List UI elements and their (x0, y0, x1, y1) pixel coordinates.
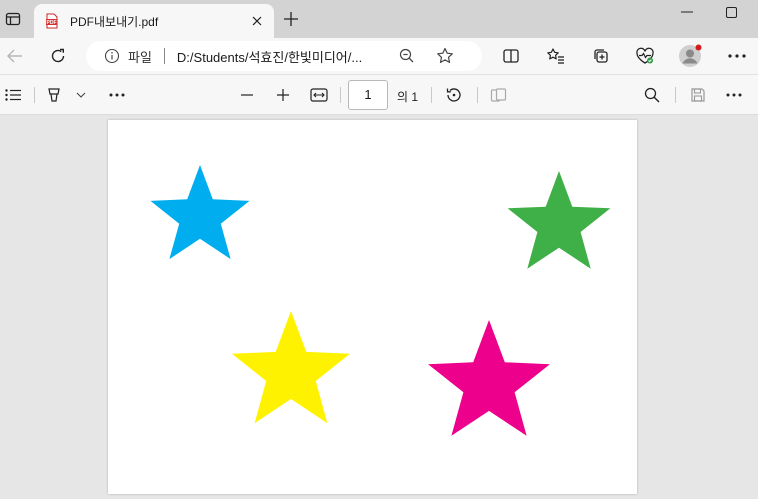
star-magenta (428, 320, 550, 436)
fit-width-icon[interactable] (308, 84, 330, 106)
star-yellow (232, 311, 350, 424)
toolbar-divider (340, 87, 341, 103)
table-of-contents-icon[interactable] (2, 84, 24, 106)
page-drawing (150, 165, 611, 436)
zoom-out-icon[interactable] (397, 46, 417, 66)
chevron-down-icon[interactable] (70, 84, 92, 106)
rotate-icon[interactable] (443, 84, 465, 106)
address-bar[interactable]: 파일 D:/Students/석효진/한빛미디어/... (86, 41, 482, 71)
pdf-file-icon: PDF (44, 13, 60, 29)
save-icon[interactable] (687, 84, 709, 106)
favorites-list-icon[interactable] (543, 43, 569, 69)
pdf-toolbar: 1 의 1 (0, 74, 758, 115)
page-number-input[interactable]: 1 (348, 80, 388, 110)
tab-title: PDF내보내기.pdf (70, 14, 159, 29)
search-icon[interactable] (641, 84, 663, 106)
minus-icon[interactable] (236, 84, 258, 106)
url-text[interactable]: D:/Students/석효진/한빛미디어/... (177, 47, 391, 66)
svg-text:PDF: PDF (47, 20, 57, 26)
back-arrow-icon (7, 49, 22, 63)
page-total-label: 의 1 (397, 90, 419, 104)
toolbar-divider (431, 87, 432, 103)
toolbar-divider (477, 87, 478, 103)
back-button[interactable] (2, 43, 28, 69)
more-dots-icon[interactable] (106, 84, 128, 106)
plus-icon (284, 12, 298, 26)
site-info-label[interactable]: 파일 (128, 47, 152, 66)
info-icon[interactable] (104, 48, 120, 64)
star-outline-icon[interactable] (435, 46, 455, 66)
maximize-button[interactable] (714, 0, 748, 24)
pdf-viewer[interactable] (0, 115, 758, 499)
split-screen-icon[interactable] (498, 43, 524, 69)
refresh-button[interactable] (45, 43, 71, 69)
minimize-button[interactable] (670, 0, 704, 24)
close-icon[interactable] (246, 10, 268, 32)
pdf-page (108, 120, 637, 494)
more-dots-icon[interactable] (724, 43, 750, 69)
toolbar-divider (675, 87, 676, 103)
toolbar-divider (34, 87, 35, 103)
profile-avatar-icon[interactable] (677, 43, 703, 69)
address-separator (163, 48, 165, 64)
more-dots-icon[interactable] (723, 84, 745, 106)
refresh-icon (51, 48, 65, 63)
address-bar-row: 파일 D:/Students/석효진/한빛미디어/... (0, 38, 758, 74)
star-green (507, 171, 611, 269)
draw-icon[interactable] (43, 84, 65, 106)
star-blue (150, 165, 250, 260)
tab-strip: PDF PDF내보내기.pdf (0, 0, 758, 38)
page-view-icon[interactable] (488, 84, 510, 106)
collections-icon[interactable] (588, 43, 614, 69)
browser-tab-active[interactable]: PDF PDF내보내기.pdf (34, 4, 274, 38)
new-tab-button[interactable] (280, 8, 302, 30)
browser-essentials-icon[interactable] (632, 43, 658, 69)
plus-icon[interactable] (272, 84, 294, 106)
tab-actions-icon[interactable] (2, 8, 24, 30)
